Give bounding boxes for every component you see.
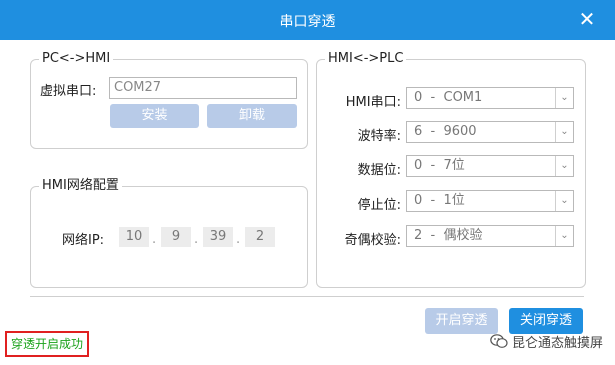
open-passthrough-button[interactable]: 开启穿透: [425, 308, 498, 334]
data-bits-select[interactable]: 0 - 7位 ⌄: [406, 155, 574, 177]
hmi-port-select[interactable]: 0 - COM1 ⌄: [406, 87, 574, 109]
ip-octet-3[interactable]: 39: [203, 227, 233, 247]
hmi-port-value: 0 - COM1: [414, 90, 483, 105]
uninstall-button[interactable]: 卸载: [207, 104, 297, 128]
stop-bits-select[interactable]: 0 - 1位 ⌄: [406, 190, 574, 212]
ip-dot: .: [152, 232, 157, 247]
virtual-port-label: 虚拟串口:: [40, 84, 97, 99]
baud-rate-select[interactable]: 6 - 9600 ⌄: [406, 121, 574, 143]
hmi-port-label: HMI串口:: [345, 95, 401, 110]
title-bar: 串口穿透 ✕: [0, 0, 615, 40]
data-bits-label: 数据位:: [357, 163, 401, 178]
install-button[interactable]: 安装: [110, 104, 199, 128]
ip-octet-1[interactable]: 10: [119, 227, 149, 247]
hmi-network-legend: HMI网络配置: [39, 178, 122, 194]
chevron-down-icon[interactable]: ⌄: [555, 191, 573, 211]
hmi-plc-legend: HMI<->PLC: [325, 51, 407, 67]
ip-label: 网络IP:: [62, 233, 105, 248]
watermark-text: 昆仑通态触摸屏: [511, 336, 603, 351]
virtual-port-input[interactable]: COM27: [109, 77, 297, 99]
chevron-down-icon[interactable]: ⌄: [555, 122, 573, 142]
parity-select[interactable]: 2 - 偶校验 ⌄: [406, 225, 574, 247]
chevron-down-icon[interactable]: ⌄: [555, 226, 573, 246]
pc-hmi-legend: PC<->HMI: [39, 51, 114, 67]
watermark: 昆仑通态触摸屏: [490, 332, 603, 353]
stop-bits-value: 0 - 1位: [414, 193, 465, 208]
window-title: 串口穿透: [279, 14, 336, 30]
parity-label: 奇偶校验:: [344, 233, 401, 248]
divider: [30, 296, 584, 297]
baud-rate-value: 6 - 9600: [414, 124, 477, 139]
chevron-down-icon[interactable]: ⌄: [555, 156, 573, 176]
ip-dot: .: [236, 232, 241, 247]
data-bits-value: 0 - 7位: [414, 158, 465, 173]
close-icon[interactable]: ✕: [577, 9, 597, 29]
status-message: 穿透开启成功: [5, 331, 89, 357]
close-passthrough-button[interactable]: 关闭穿透: [509, 308, 583, 334]
ip-dot: .: [194, 232, 199, 247]
baud-rate-label: 波特率:: [357, 129, 401, 144]
chevron-down-icon[interactable]: ⌄: [555, 88, 573, 108]
ip-octet-4[interactable]: 2: [245, 227, 275, 247]
ip-octet-2[interactable]: 9: [161, 227, 191, 247]
wechat-icon: [490, 334, 508, 353]
stop-bits-label: 停止位:: [357, 198, 401, 213]
parity-value: 2 - 偶校验: [414, 228, 483, 243]
